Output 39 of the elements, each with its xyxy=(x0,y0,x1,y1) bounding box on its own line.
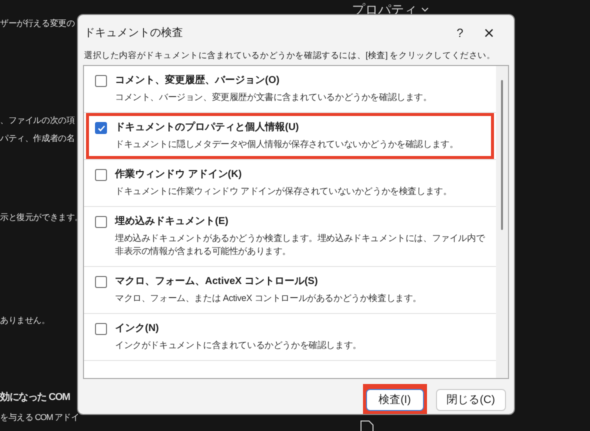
checkbox[interactable] xyxy=(95,323,107,336)
option-item[interactable]: インク(N) インクがドキュメントに含まれているかどうかを確認します。 xyxy=(86,314,494,360)
option-description: コメント、バージョン、変更履歴が文書に含まれているかどうかを確認します。 xyxy=(114,91,433,104)
option-description: ドキュメントに作業ウィンドウ アドインが保存されていないかどうかを検査します。 xyxy=(114,185,453,198)
option-item[interactable]: 作業ウィンドウ アドイン(K) ドキュメントに作業ウィンドウ アドインが保存されていないかどうかを検査します。 xyxy=(86,160,494,206)
option-item[interactable]: 埋め込みドキュメント(E) 埋め込みドキュメントがあるかどうか検査します。埋め込みドキュメントには、ファイル内で非表示の情報が含まれる可能性があります。 xyxy=(86,207,494,266)
checkmark-icon xyxy=(96,124,106,133)
background-text: 、ファイルの次の項 xyxy=(0,114,75,127)
option-label: 埋め込みドキュメント(E) xyxy=(115,215,228,230)
background-text: ザーが行える変更の xyxy=(0,17,75,30)
option-description: ドキュメントに隠しメタデータや個人情報が保存されていないかどうかを確認します。 xyxy=(114,138,460,152)
dialog-button[interactable]: 閉じる(C) xyxy=(436,389,506,411)
option-label: 作業ウィンドウ アドイン(K) xyxy=(115,168,242,182)
checkbox[interactable] xyxy=(95,216,107,228)
option-label: ドキュメントのプロパティと個人情報(U) xyxy=(115,121,299,136)
option-label: マクロ、フォーム、ActiveX コントロール(S) xyxy=(115,275,318,290)
checkbox[interactable] xyxy=(95,169,107,182)
help-button[interactable]: ? xyxy=(446,24,474,42)
checkbox[interactable] xyxy=(95,276,107,288)
option-description: マクロ、フォーム、または ActiveX コントロールがあるかどうか検査します。 xyxy=(114,292,423,306)
background-text: パティ、作成者の名 xyxy=(0,132,75,145)
document-icon xyxy=(360,420,374,431)
option-item[interactable]: コメント、変更履歴、バージョン(O) コメント、バージョン、変更履歴が文書に含まれているかどうかを確認します。 xyxy=(86,66,494,112)
option-description: インクがドキュメントに含まれているかどうかを確認します。 xyxy=(114,339,362,352)
option-label: コメント、変更履歴、バージョン(O) xyxy=(115,74,280,88)
option-description: 埋め込みドキュメントがあるかどうか検査します。埋め込みドキュメントには、ファイル内で非表示の情報が含まれる可能性があります。 xyxy=(114,232,485,258)
dialog-button[interactable]: 検査(I) xyxy=(366,389,424,411)
option-item[interactable]: ドキュメントのプロパティと個人情報(U) ドキュメントに隠しメタデータや個人情報が保存されていないかどうかを確認します。 xyxy=(86,113,494,160)
option-item[interactable]: マクロ、フォーム、ActiveX コントロール(S) マクロ、フォーム、または ActiveX コントロールがあるかどうか検査します。 xyxy=(86,267,494,314)
dialog-title: ドキュメントの検査 xyxy=(84,26,184,41)
instruction-text: 選択した内容がドキュメントに含まれているかどうかを確認するには、[検査] をクリックしてください。 xyxy=(83,48,496,62)
checkbox[interactable] xyxy=(95,75,107,88)
background-text: を与える COM アドイ xyxy=(0,411,80,424)
close-button[interactable]: × xyxy=(474,24,504,42)
background-text: 効になった COM xyxy=(0,390,70,405)
chevron-down-icon xyxy=(421,6,429,13)
option-label: インク(N) xyxy=(115,322,159,336)
background-text: ありません。 xyxy=(0,314,50,327)
checkbox[interactable] xyxy=(95,122,107,134)
